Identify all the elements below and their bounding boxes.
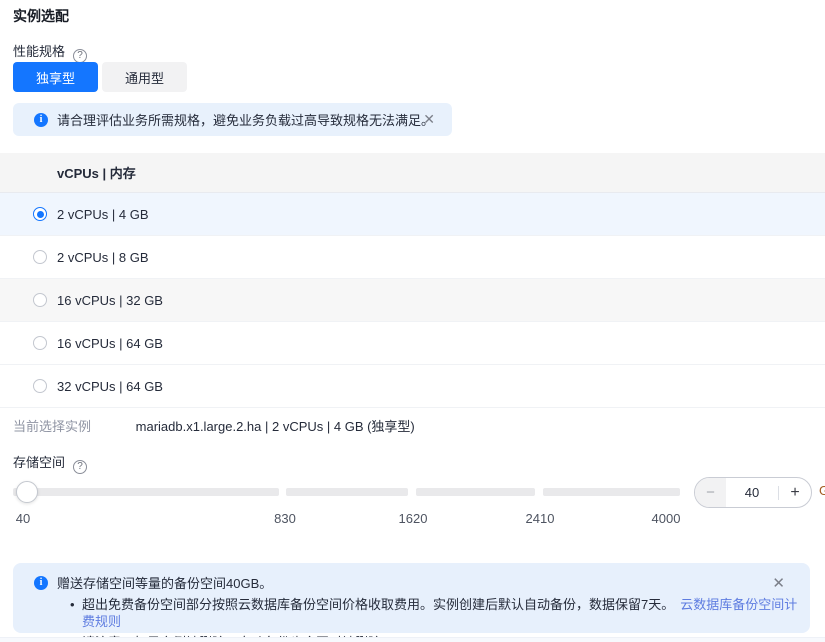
- backup-info-banner: i 赠送存储空间等量的备份空间40GB。 • 超出免费备份空间部分按照云数据库备…: [13, 563, 810, 633]
- stepper-plus-button[interactable]: +: [779, 478, 811, 507]
- slider-tick-4000: 4000: [652, 511, 681, 526]
- slider-track-segment[interactable]: [286, 488, 408, 496]
- radio-icon[interactable]: [33, 336, 47, 350]
- performance-spec-label-text: 性能规格: [13, 44, 65, 59]
- storage-unit-label: GB: [819, 483, 825, 501]
- flavor-table: vCPUs | 内存 2 vCPUs | 4 GB 2 vCPUs | 8 GB…: [0, 153, 825, 408]
- tab-dedicated[interactable]: 独享型: [13, 62, 98, 92]
- slider-tick-830: 830: [274, 511, 296, 526]
- backup-bullet-1-text: 超出免费备份空间部分按照云数据库备份空间价格收取费用。实例创建后默认自动备份，数…: [82, 596, 810, 630]
- radio-icon[interactable]: [33, 379, 47, 393]
- spec-alert-text: 请合理评估业务所需规格，避免业务负载过高导致规格无法满足。: [57, 110, 434, 129]
- current-instance-label: 当前选择实例: [13, 419, 91, 434]
- current-instance-line: 当前选择实例 mariadb.x1.large.2.ha | 2 vCPUs |…: [13, 416, 415, 435]
- slider-track-segment[interactable]: [543, 488, 680, 496]
- radio-icon[interactable]: [33, 250, 47, 264]
- close-icon[interactable]: ✕: [772, 577, 785, 591]
- close-icon[interactable]: ✕: [423, 112, 435, 126]
- next-section-edge: [0, 637, 825, 642]
- flavor-row-label: 16 vCPUs | 64 GB: [57, 336, 163, 351]
- storage-space-label-text: 存储空间: [13, 455, 65, 470]
- spec-alert-banner: i 请合理评估业务所需规格，避免业务负载过高导致规格无法满足。 ✕: [13, 103, 452, 136]
- page-title: 实例选配: [13, 6, 69, 26]
- backup-title-text: 赠送存储空间等量的备份空间40GB。: [57, 573, 272, 592]
- slider-tick-40: 40: [16, 511, 30, 526]
- performance-spec-label: 性能规格?: [13, 41, 87, 63]
- storage-stepper: − 40 +: [694, 477, 812, 508]
- slider-handle[interactable]: [16, 481, 38, 503]
- slider-track-segment[interactable]: [13, 488, 279, 496]
- backup-bullet-1-body: 超出免费备份空间部分按照云数据库备份空间价格收取费用。实例创建后默认自动备份，数…: [82, 597, 674, 612]
- instance-config-panel: 实例选配 性能规格? 独享型 通用型 i 请合理评估业务所需规格，避免业务负载过…: [0, 0, 825, 642]
- flavor-row-label: 2 vCPUs | 4 GB: [57, 207, 149, 222]
- stepper-value-input[interactable]: 40: [726, 485, 778, 500]
- flavor-row-2vcpu-8gb[interactable]: 2 vCPUs | 8 GB: [0, 236, 825, 279]
- help-icon[interactable]: ?: [73, 49, 87, 63]
- tab-general[interactable]: 通用型: [102, 62, 187, 92]
- bullet-icon: •: [70, 596, 82, 630]
- flavor-row-label: 32 vCPUs | 64 GB: [57, 379, 163, 394]
- spec-type-tabs: 独享型 通用型: [13, 62, 187, 92]
- flavor-row-16vcpu-64gb[interactable]: 16 vCPUs | 64 GB: [0, 322, 825, 365]
- info-icon: i: [34, 576, 48, 590]
- radio-selected-icon[interactable]: [33, 207, 47, 221]
- flavor-row-2vcpu-4gb[interactable]: 2 vCPUs | 4 GB: [0, 193, 825, 236]
- slider-track-segment[interactable]: [416, 488, 535, 496]
- flavor-row-16vcpu-32gb[interactable]: 16 vCPUs | 32 GB: [0, 279, 825, 322]
- backup-bullet-1: • 超出免费备份空间部分按照云数据库备份空间价格收取费用。实例创建后默认自动备份…: [13, 596, 810, 630]
- slider-tick-1620: 1620: [399, 511, 428, 526]
- info-icon: i: [34, 113, 48, 127]
- flavor-row-label: 16 vCPUs | 32 GB: [57, 293, 163, 308]
- flavor-table-header: vCPUs | 内存: [0, 153, 825, 193]
- backup-title-row: i 赠送存储空间等量的备份空间40GB。: [13, 563, 810, 592]
- current-instance-value: mariadb.x1.large.2.ha | 2 vCPUs | 4 GB (…: [136, 419, 415, 434]
- stepper-minus-button[interactable]: −: [695, 478, 726, 507]
- slider-tick-2410: 2410: [526, 511, 555, 526]
- flavor-row-32vcpu-64gb[interactable]: 32 vCPUs | 64 GB: [0, 365, 825, 408]
- radio-icon[interactable]: [33, 293, 47, 307]
- flavor-row-label: 2 vCPUs | 8 GB: [57, 250, 149, 265]
